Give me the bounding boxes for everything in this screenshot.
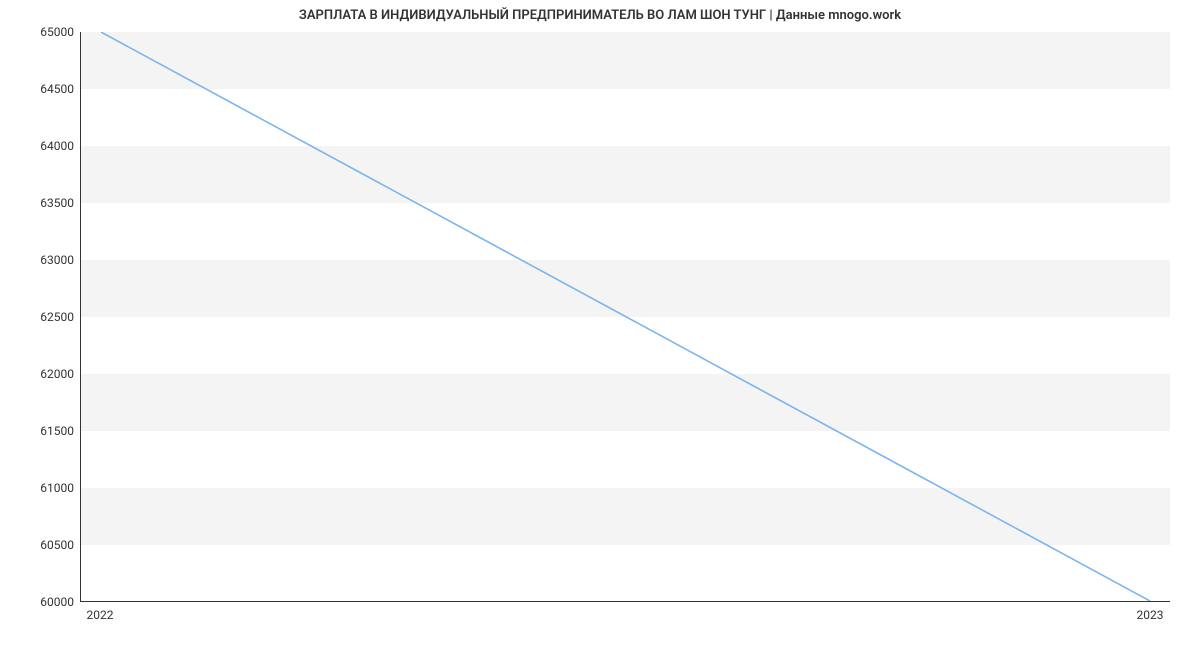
y-tick-label: 65000 <box>4 25 74 39</box>
y-tick-label: 62000 <box>4 367 74 381</box>
y-tick-label: 61500 <box>4 424 74 438</box>
y-tick-label: 64500 <box>4 82 74 96</box>
y-tick-label: 63500 <box>4 196 74 210</box>
grid-band <box>81 260 1170 317</box>
grid-band <box>81 146 1170 203</box>
y-tick-label: 61000 <box>4 481 74 495</box>
grid-band <box>81 488 1170 545</box>
chart-title: ЗАРПЛАТА В ИНДИВИДУАЛЬНЫЙ ПРЕДПРИНИМАТЕЛ… <box>0 8 1200 23</box>
chart-container: ЗАРПЛАТА В ИНДИВИДУАЛЬНЫЙ ПРЕДПРИНИМАТЕЛ… <box>0 0 1200 650</box>
y-tick-label: 60000 <box>4 595 74 609</box>
plot-area <box>80 32 1170 602</box>
y-tick-label: 62500 <box>4 310 74 324</box>
x-tick-label: 2022 <box>87 608 114 622</box>
x-tick-label: 2023 <box>1137 608 1164 622</box>
y-tick-label: 60500 <box>4 538 74 552</box>
grid-band <box>81 32 1170 89</box>
y-tick-label: 63000 <box>4 253 74 267</box>
grid-band <box>81 374 1170 431</box>
y-tick-label: 64000 <box>4 139 74 153</box>
